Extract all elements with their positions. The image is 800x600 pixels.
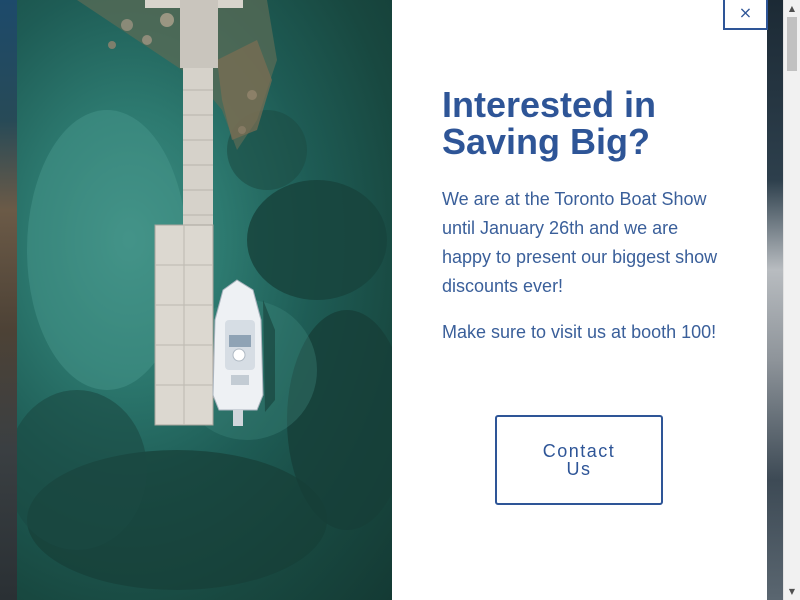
background-page-right-edge xyxy=(767,0,783,600)
promo-content: Interested in Saving Big? We are at the … xyxy=(392,0,767,600)
scroll-up-icon[interactable]: ▲ xyxy=(784,0,800,17)
boat-aerial-image xyxy=(17,0,392,600)
promo-headline: Interested in Saving Big? xyxy=(442,84,657,162)
background-page-left-edge xyxy=(0,0,17,600)
close-modal-button[interactable]: × xyxy=(723,0,768,30)
contact-us-button[interactable]: Contact Us xyxy=(495,415,663,505)
scroll-down-icon[interactable]: ▼ xyxy=(784,583,800,600)
close-icon: × xyxy=(738,3,753,22)
page: Interested in Saving Big? We are at the … xyxy=(0,0,800,600)
scroll-thumb[interactable] xyxy=(787,17,797,71)
promo-modal: Interested in Saving Big? We are at the … xyxy=(17,0,768,600)
page-scrollbar[interactable]: ▲ ▼ xyxy=(783,0,800,600)
promo-description: We are at the Toronto Boat Show until Ja… xyxy=(442,189,718,296)
promo-booth-note: Make sure to visit us at booth 100! xyxy=(442,322,717,342)
